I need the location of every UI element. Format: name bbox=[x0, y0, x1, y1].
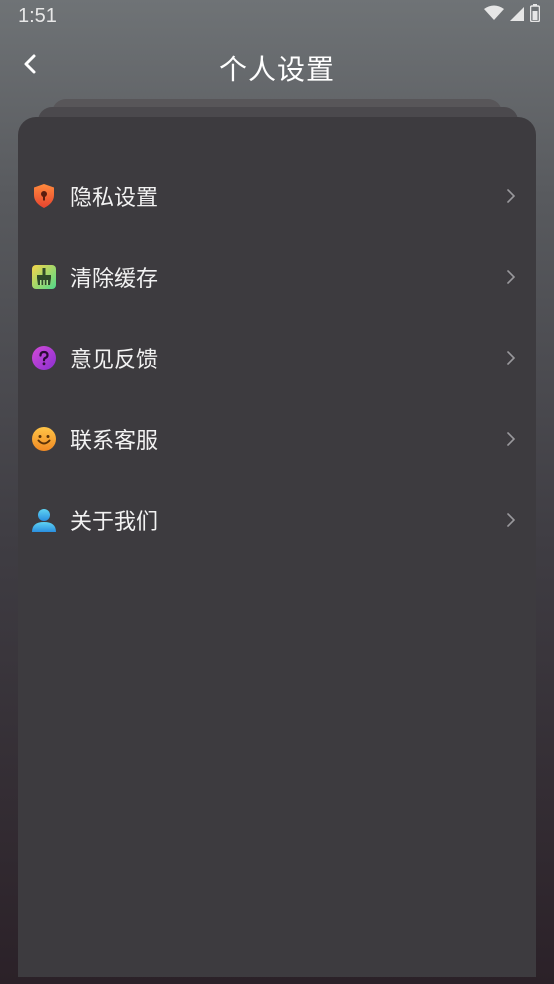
status-bar: 1:51 bbox=[0, 0, 554, 34]
menu-item-label: 联系客服 bbox=[70, 428, 159, 454]
chevron-right-icon bbox=[504, 350, 518, 365]
menu-item-about-us[interactable]: 关于我们 bbox=[18, 479, 536, 560]
smiley-icon bbox=[31, 426, 57, 452]
chevron-right-icon bbox=[504, 431, 518, 446]
wifi-icon bbox=[484, 5, 504, 25]
question-icon bbox=[31, 345, 57, 371]
header: 个人设置 bbox=[0, 40, 554, 92]
menu-item-clear-cache[interactable]: 清除缓存 bbox=[18, 236, 536, 317]
shield-lock-icon bbox=[31, 183, 57, 209]
cell-signal-icon bbox=[510, 6, 524, 25]
status-time: 1:51 bbox=[18, 5, 57, 27]
chevron-right-icon bbox=[504, 188, 518, 203]
battery-icon bbox=[529, 4, 541, 26]
broom-icon bbox=[31, 264, 57, 290]
status-icons bbox=[484, 4, 541, 26]
menu-item-label: 意见反馈 bbox=[70, 347, 159, 373]
page-title: 个人设置 bbox=[218, 53, 335, 86]
user-icon bbox=[31, 507, 57, 533]
settings-menu: 隐私设置 清除缓存 意见反馈 联系客服 关于我们 bbox=[18, 155, 536, 560]
menu-item-label: 隐私设置 bbox=[70, 185, 159, 211]
settings-card: 隐私设置 清除缓存 意见反馈 联系客服 关于我们 bbox=[18, 117, 536, 977]
menu-item-label: 清除缓存 bbox=[70, 266, 159, 292]
menu-item-contact-support[interactable]: 联系客服 bbox=[18, 398, 536, 479]
menu-item-label: 关于我们 bbox=[70, 509, 159, 535]
chevron-right-icon bbox=[504, 269, 518, 284]
chevron-right-icon bbox=[504, 512, 518, 527]
menu-item-privacy-settings[interactable]: 隐私设置 bbox=[18, 155, 536, 236]
menu-item-feedback[interactable]: 意见反馈 bbox=[18, 317, 536, 398]
